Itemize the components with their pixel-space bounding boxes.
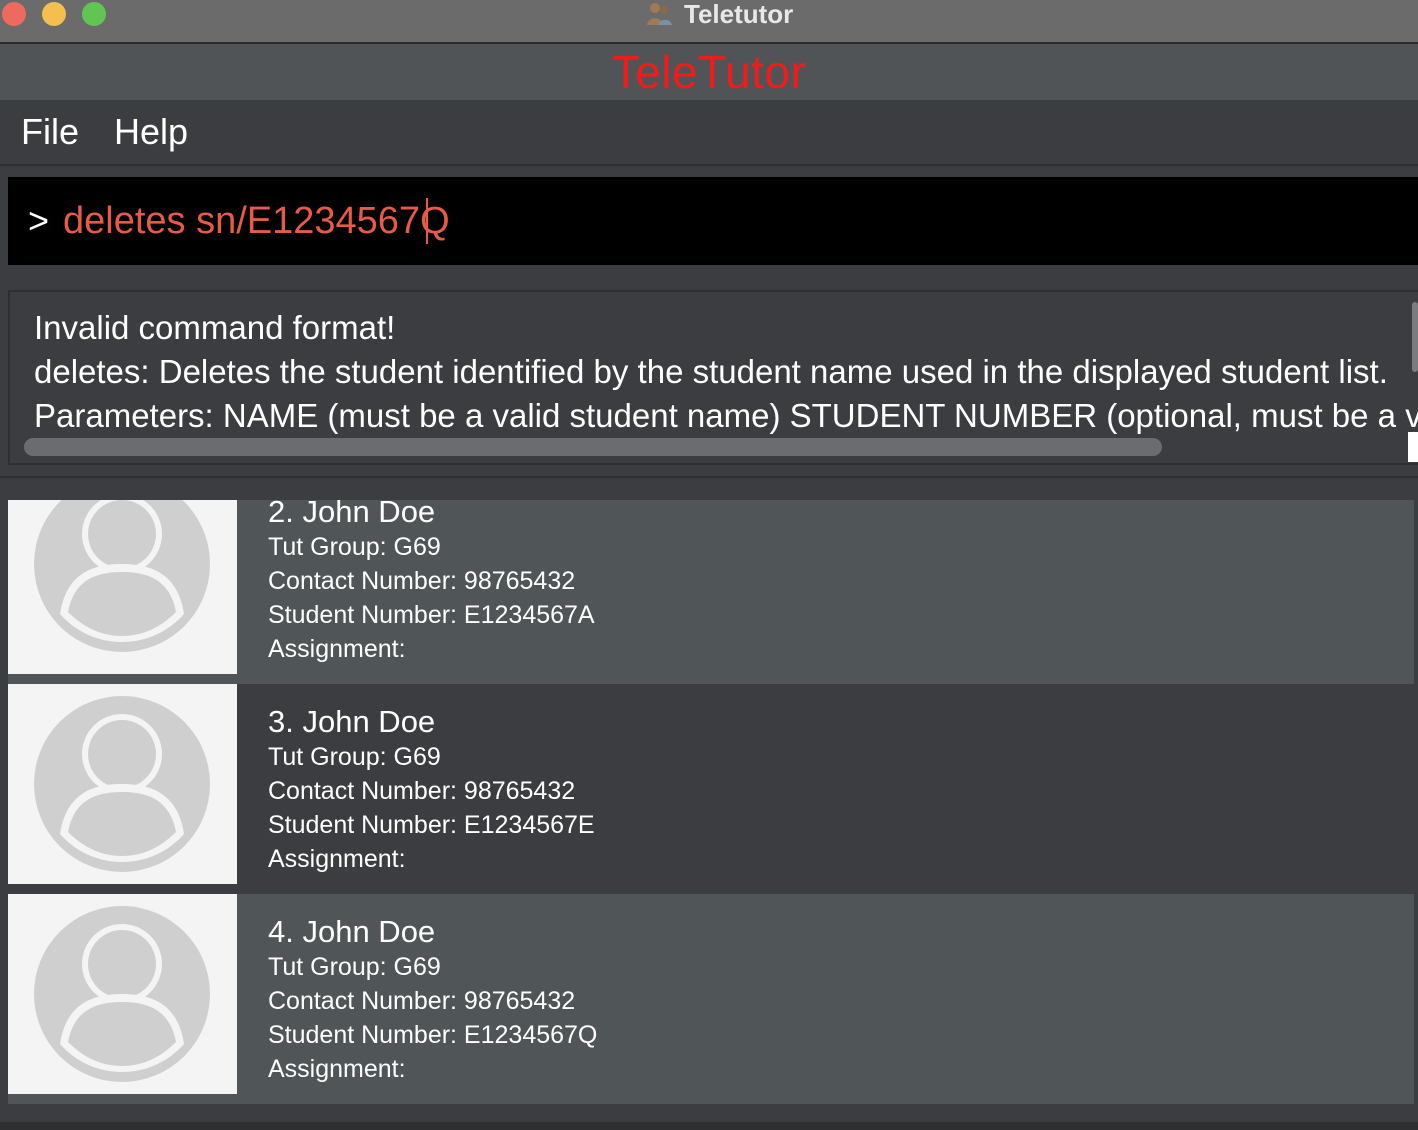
student-details: 4. John Doe Tut Group: G69 Contact Numbe… bbox=[268, 914, 597, 1086]
avatar bbox=[8, 894, 237, 1094]
bottom-status-bar bbox=[0, 1122, 1418, 1130]
student-tut-group: Tut Group: G69 bbox=[268, 953, 441, 981]
student-number: Student Number: E1234567Q bbox=[268, 1021, 598, 1049]
result-line-parameters: Parameters: NAME (must be a valid studen… bbox=[34, 397, 1418, 434]
close-window-button[interactable] bbox=[2, 2, 26, 26]
result-display: Invalid command format! deletes: Deletes… bbox=[8, 290, 1418, 465]
menu-file[interactable]: File bbox=[21, 112, 79, 152]
command-box: > bbox=[8, 177, 1418, 265]
student-contact-number: Contact Number: 98765432 bbox=[268, 567, 576, 595]
menu-help[interactable]: Help bbox=[114, 112, 188, 152]
command-input[interactable] bbox=[63, 199, 1383, 243]
student-details: 3. John Doe Tut Group: G69 Contact Numbe… bbox=[268, 704, 595, 876]
result-vertical-scrollbar[interactable] bbox=[1412, 302, 1418, 372]
window-title-group: Teletutor bbox=[644, 0, 794, 29]
app-header: TeleTutor bbox=[0, 44, 1418, 100]
avatar bbox=[8, 500, 237, 674]
user-avatar-icon bbox=[34, 696, 210, 872]
minimize-window-button[interactable] bbox=[42, 2, 66, 26]
student-number: Student Number: E1234567A bbox=[268, 601, 595, 629]
teletutor-app-icon bbox=[647, 3, 672, 25]
result-line-usage: deletes: Deletes the student identified … bbox=[34, 353, 1388, 390]
result-horizontal-scrollbar[interactable] bbox=[24, 438, 1162, 456]
student-name: 3. John Doe bbox=[268, 704, 436, 739]
student-card[interactable]: 2. John Doe Tut Group: G69 Contact Numbe… bbox=[8, 500, 1414, 700]
command-prompt: > bbox=[28, 200, 50, 241]
student-assignment: Assignment: bbox=[268, 635, 406, 663]
student-details: 2. John Doe Tut Group: G69 Contact Numbe… bbox=[268, 500, 595, 666]
student-name: 4. John Doe bbox=[268, 914, 436, 949]
app-brand-title: TeleTutor bbox=[611, 46, 807, 98]
window-title: Teletutor bbox=[684, 0, 794, 29]
user-avatar-icon bbox=[34, 906, 210, 1082]
window-titlebar: Teletutor bbox=[0, 0, 1418, 44]
student-tut-group: Tut Group: G69 bbox=[268, 743, 441, 771]
student-list[interactable]: 2. John Doe Tut Group: G69 Contact Numbe… bbox=[8, 500, 1414, 1104]
result-line-error: Invalid command format! bbox=[34, 309, 396, 346]
student-card[interactable]: 3. John Doe Tut Group: G69 Contact Numbe… bbox=[8, 684, 1414, 894]
student-assignment: Assignment: bbox=[268, 845, 406, 873]
text-caret bbox=[426, 198, 428, 244]
student-contact-number: Contact Number: 98765432 bbox=[268, 777, 576, 805]
student-assignment: Assignment: bbox=[268, 1055, 406, 1083]
student-contact-number: Contact Number: 98765432 bbox=[268, 987, 576, 1015]
student-tut-group: Tut Group: G69 bbox=[268, 533, 441, 561]
user-avatar-icon bbox=[34, 500, 210, 652]
scrollbar-corner bbox=[1408, 432, 1418, 462]
student-name: 2. John Doe bbox=[268, 500, 436, 529]
menu-bar: File Help bbox=[0, 100, 1418, 166]
maximize-window-button[interactable] bbox=[82, 2, 106, 26]
student-card[interactable]: 4. John Doe Tut Group: G69 Contact Numbe… bbox=[8, 894, 1414, 1104]
avatar bbox=[8, 684, 237, 884]
student-number: Student Number: E1234567E bbox=[268, 811, 595, 839]
section-divider bbox=[0, 476, 1418, 478]
